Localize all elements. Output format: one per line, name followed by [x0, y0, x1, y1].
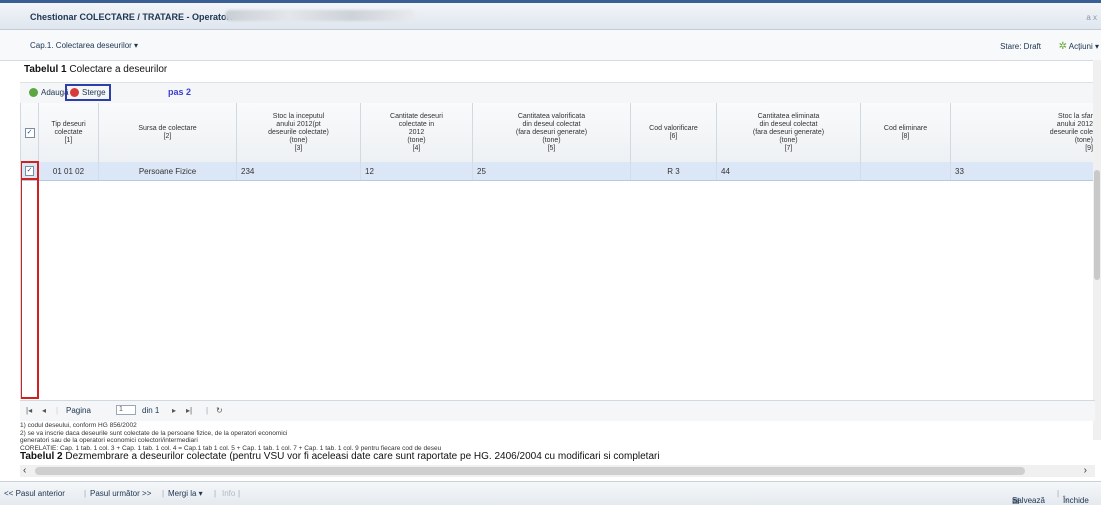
- redacted-operator-name: [225, 10, 415, 21]
- column-header-cod-valorificare[interactable]: Cod valorificare [6]: [631, 103, 717, 162]
- table1-title: Tabelul 1 Colectare a deseurilor: [24, 64, 168, 75]
- cell-cod-valorificare[interactable]: R 3: [631, 162, 717, 180]
- bottom-separator: |: [1057, 489, 1060, 498]
- table2-title: Tabelul 2 Dezmembrare a deseurilor colec…: [20, 451, 660, 462]
- cell-stoc-sfarsit[interactable]: 33: [951, 162, 1096, 180]
- cell-sursa[interactable]: Persoane Fizice: [99, 162, 237, 180]
- gear-icon: ✲: [1058, 41, 1067, 52]
- page-total: din 1: [142, 406, 160, 415]
- column-header-valorificata[interactable]: Cantitatea valorificata din deseul colec…: [473, 103, 631, 162]
- column-header-cantitate[interactable]: Cantitate deseuri colectate in 2012 (ton…: [361, 103, 473, 162]
- bottom-separator: |: [214, 489, 217, 498]
- chapter-dropdown[interactable]: Cap.1. Colectarea deseurilor ▾: [30, 41, 138, 50]
- cell-eliminata[interactable]: 44: [717, 162, 861, 180]
- bottom-separator: |: [162, 489, 165, 498]
- cell-cantitate[interactable]: 12: [361, 162, 473, 180]
- cell-stoc-inceput[interactable]: 234: [237, 162, 361, 180]
- column-header-cod-eliminare[interactable]: Cod eliminare [8]: [861, 103, 951, 162]
- column-header-stoc-inceput[interactable]: Stoc la inceputul anului 2012(pt deseuri…: [237, 103, 361, 162]
- first-page-icon[interactable]: |◂: [26, 406, 32, 415]
- checkbox-column-highlight: [21, 180, 39, 399]
- pager-separator: |: [206, 406, 209, 415]
- bottom-navigation-bar: << Pasul anterior | Pasul următor >> | M…: [0, 481, 1101, 505]
- next-step-button[interactable]: Pasul următor >>: [90, 489, 151, 498]
- scroll-left-icon[interactable]: ‹: [23, 465, 26, 476]
- cell-cod-eliminare[interactable]: [861, 162, 951, 180]
- column-header-tip[interactable]: Tip deseuri colectate [1]: [39, 103, 99, 162]
- previous-page-icon[interactable]: ◂: [42, 406, 46, 415]
- horizontal-scrollbar[interactable]: ‹ ›: [20, 465, 1095, 477]
- actions-label: Acțiuni ▾: [1068, 42, 1099, 51]
- data-grid: ✓ Tip deseuri colectate [1] Sursa de col…: [20, 103, 1096, 399]
- goto-dropdown[interactable]: Mergi la ▾: [168, 489, 203, 498]
- column-header-eliminata[interactable]: Cantitatea eliminata din deseul colectat…: [717, 103, 861, 162]
- window-titlebar: Chestionar COLECTARE / TRATARE - Operato…: [0, 3, 1101, 30]
- top-toolbar: Cap.1. Colectarea deseurilor ▾ Stare: Dr…: [0, 30, 1101, 61]
- table-row[interactable]: ✓ 01 01 02 Persoane Fizice 234 12 25 R 3…: [21, 162, 1096, 181]
- status-label: Stare: Draft: [1000, 42, 1041, 51]
- grid-pager: |◂ ◂ | Pagina 1 din 1 ▸ ▸| | ↻: [20, 400, 1095, 421]
- cell-valorificata[interactable]: 25: [473, 162, 631, 180]
- refresh-icon[interactable]: ↻: [216, 406, 223, 415]
- delete-icon: [70, 88, 79, 97]
- vertical-scrollbar-thumb[interactable]: [1094, 170, 1100, 280]
- previous-step-button[interactable]: << Pasul anterior: [4, 489, 65, 498]
- vertical-scrollbar[interactable]: [1093, 60, 1101, 440]
- next-page-icon[interactable]: ▸: [172, 406, 176, 415]
- note-line: 2) se va inscrie daca deseurile sunt col…: [20, 429, 288, 437]
- delete-button[interactable]: Sterge: [65, 84, 111, 101]
- scroll-right-icon[interactable]: ›: [1084, 465, 1087, 476]
- pager-separator: |: [56, 406, 59, 415]
- window-controls[interactable]: a x: [1086, 13, 1097, 22]
- table-notes: 1) codul deseului, conform HG 856/2002 2…: [20, 422, 1095, 452]
- actions-menu-button[interactable]: ✲ Acțiuni ▾: [1059, 41, 1099, 52]
- step-annotation: pas 2: [168, 87, 192, 97]
- add-icon: [29, 88, 38, 97]
- window-title: Chestionar COLECTARE / TRATARE - Operato…: [30, 12, 234, 22]
- cell-tip[interactable]: 01 01 02: [39, 162, 99, 180]
- last-page-icon[interactable]: ▸|: [186, 406, 192, 415]
- select-all-checkbox[interactable]: ✓: [24, 127, 35, 138]
- horizontal-scrollbar-thumb[interactable]: [35, 467, 1025, 475]
- select-all-checkbox-cell[interactable]: ✓: [21, 103, 39, 162]
- page-label: Pagina: [66, 406, 91, 415]
- column-header-sursa[interactable]: Sursa de colectare [2]: [99, 103, 237, 162]
- note-line: 1) codul deseului, conform HG 856/2002: [20, 422, 137, 429]
- grid-header: ✓ Tip deseuri colectate [1] Sursa de col…: [21, 103, 1096, 163]
- checkbox-highlight: [21, 161, 39, 180]
- grid-toolbar: Adaugă Sterge pas 2: [20, 82, 1095, 104]
- bottom-separator: |: [238, 489, 241, 498]
- bottom-separator: |: [84, 489, 87, 498]
- info-button[interactable]: Info: [222, 489, 235, 498]
- page-number-input[interactable]: 1: [116, 405, 136, 415]
- column-header-stoc-sfarsit[interactable]: Stoc la sfar anului 2012 deseurile cole …: [951, 103, 1096, 162]
- note-line: generatori sau de la operatori economici…: [20, 437, 198, 444]
